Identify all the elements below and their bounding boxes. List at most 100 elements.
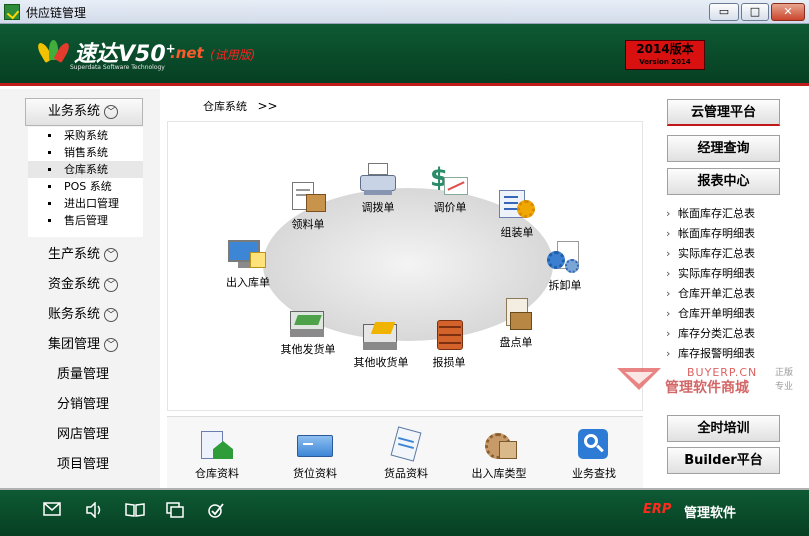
quick-item-label: 仓库资料 <box>195 467 239 480</box>
flow-item-label: 调价单 <box>433 201 467 214</box>
chevron-right-icon: › <box>666 287 671 300</box>
book-icon[interactable] <box>125 502 145 520</box>
nav-item-webshop[interactable]: 网店管理 <box>57 425 109 445</box>
builder-platform-button[interactable]: Builder平台 <box>667 447 780 474</box>
cloud-platform-button[interactable]: 云管理平台 <box>667 99 780 126</box>
flow-item-other-shipment[interactable]: 其他发货单 <box>273 305 343 357</box>
breadcrumb: 仓库系统 >> <box>203 98 278 114</box>
nav-item-production[interactable]: 生产系统 ﹀ <box>48 245 119 265</box>
report-link-warehouse-bill-detail[interactable]: › 仓库开单明细表 <box>666 305 755 323</box>
flow-item-label: 其他收货单 <box>353 356 409 369</box>
flow-item-requisition[interactable]: 领料单 <box>273 180 343 232</box>
submenu-item-warehouse[interactable]: 仓库系统 <box>28 161 143 178</box>
loss-report-icon <box>429 318 469 352</box>
nav-item-distribution[interactable]: 分销管理 <box>57 395 109 415</box>
maximize-button[interactable]: □ <box>741 3 769 21</box>
submenu-item-import-export[interactable]: 进出口管理 <box>28 195 143 212</box>
submenu-label: 仓库系统 <box>64 163 108 176</box>
quick-item-location-info[interactable]: 货位资料 <box>275 427 355 481</box>
quick-item-label: 货位资料 <box>293 467 337 480</box>
speaker-icon[interactable] <box>84 501 104 520</box>
flow-item-disassembly[interactable]: 拆卸单 <box>530 241 600 293</box>
in-out-type-icon <box>481 427 517 461</box>
nav-item-label: 分销管理 <box>57 397 110 412</box>
submenu-item-purchase[interactable]: 采购系统 <box>28 127 143 144</box>
report-link-label: 库存分类汇总表 <box>678 327 755 340</box>
company-subtitle: Superdata Software Technology <box>70 64 165 71</box>
report-center-button[interactable]: 报表中心 <box>667 168 780 195</box>
check-icon[interactable] <box>206 502 226 520</box>
training-button[interactable]: 全时培训 <box>667 415 780 442</box>
submenu-item-pos[interactable]: POS 系统 <box>28 178 143 195</box>
chevron-right-icon: › <box>666 227 671 240</box>
nav-item-label: 生产系统 <box>48 247 101 262</box>
report-link-stock-alert-detail[interactable]: › 库存报警明细表 <box>666 345 755 363</box>
flow-item-label: 领料单 <box>291 218 325 231</box>
bullet-icon <box>48 185 51 188</box>
erp-brand: ERP <box>643 502 672 517</box>
bullet-icon <box>48 219 51 222</box>
watermark-flag-icon <box>617 368 661 390</box>
report-link-book-stock-summary[interactable]: › 帐面库存汇总表 <box>666 205 755 223</box>
submenu-label: 售后管理 <box>64 214 108 227</box>
submenu-item-sales[interactable]: 销售系统 <box>28 144 143 161</box>
disassembly-icon <box>545 241 585 275</box>
bullet-icon <box>48 202 51 205</box>
trial-label: (试用版) <box>210 48 256 62</box>
report-link-stock-category-summary[interactable]: › 库存分类汇总表 <box>666 325 755 343</box>
version-main: 2014版本 <box>636 42 694 56</box>
bullet-icon <box>48 151 51 154</box>
report-link-book-stock-detail[interactable]: › 帐面库存明细表 <box>666 225 755 243</box>
bullet-icon <box>48 134 51 137</box>
quick-item-goods-info[interactable]: 货品资料 <box>366 426 446 481</box>
manager-query-button[interactable]: 经理查询 <box>667 135 780 162</box>
windows-icon[interactable] <box>165 502 185 520</box>
flow-item-assembly[interactable]: 组装单 <box>482 188 552 240</box>
warehouse-info-icon <box>199 427 235 461</box>
nav-item-funds[interactable]: 资金系统 ﹀ <box>48 275 119 295</box>
nav-item-accounting[interactable]: 账务系统 ﹀ <box>48 305 119 325</box>
flow-item-label: 组装单 <box>500 226 534 239</box>
nav-item-group[interactable]: 集团管理 ﹀ <box>48 335 119 355</box>
flow-item-stocktake[interactable]: 盘点单 <box>481 298 551 350</box>
quick-item-warehouse-info[interactable]: 仓库资料 <box>177 427 257 481</box>
submenu-item-after-sales[interactable]: 售后管理 <box>28 212 143 229</box>
quick-item-in-out-type[interactable]: 出入库类型 <box>459 427 539 481</box>
nav-item-label: 资金系统 <box>48 277 101 292</box>
minimize-button[interactable]: ▭ <box>709 3 739 21</box>
nav-item-quality[interactable]: 质量管理 <box>57 365 109 385</box>
report-link-label: 仓库开单汇总表 <box>678 287 755 300</box>
quick-item-label: 货品资料 <box>384 467 428 480</box>
flow-item-price-adjust[interactable]: $ 调价单 <box>415 163 485 215</box>
flow-item-other-receipt[interactable]: 其他收货单 <box>346 318 416 370</box>
nav-item-label: 账务系统 <box>48 307 101 322</box>
watermark-name: 管理软件商城 <box>665 380 749 396</box>
close-button[interactable]: ✕ <box>771 3 805 21</box>
flow-item-in-out-stock[interactable]: 出入库单 <box>213 238 283 290</box>
submenu-label: 采购系统 <box>64 129 108 142</box>
nav-header-business[interactable]: 业务系统 ﹀ <box>25 98 143 126</box>
mail-icon[interactable] <box>42 502 62 520</box>
chevron-down-icon: ﹀ <box>104 277 119 292</box>
report-link-actual-stock-detail[interactable]: › 实际库存明细表 <box>666 265 755 283</box>
requisition-icon <box>288 180 328 214</box>
report-link-actual-stock-summary[interactable]: › 实际库存汇总表 <box>666 245 755 263</box>
status-bar: ERP 管理软件 <box>0 488 809 536</box>
flow-item-loss-report[interactable]: 报损单 <box>414 318 484 370</box>
flow-item-transfer[interactable]: 调拨单 <box>343 163 413 215</box>
flow-item-label: 出入库单 <box>226 276 270 289</box>
chevron-right-icon: › <box>666 307 671 320</box>
report-link-label: 实际库存汇总表 <box>678 247 755 260</box>
chevron-right-icon: › <box>666 347 671 360</box>
other-receipt-icon <box>361 318 401 352</box>
flow-item-label: 其他发货单 <box>280 343 336 356</box>
app-icon <box>4 4 20 20</box>
quick-item-business-search[interactable]: 业务查找 <box>554 427 634 481</box>
nav-item-project[interactable]: 项目管理 <box>57 455 109 475</box>
price-adjust-icon: $ <box>430 163 470 197</box>
chevron-down-icon: ﹀ <box>104 337 119 352</box>
report-link-warehouse-bill-summary[interactable]: › 仓库开单汇总表 <box>666 285 755 303</box>
business-submenu: 采购系统 销售系统 仓库系统 POS 系统 进出口管理 售后管理 <box>28 127 143 237</box>
nav-item-label: 集团管理 <box>48 337 101 352</box>
version-sub: Version 2014 <box>639 58 691 66</box>
